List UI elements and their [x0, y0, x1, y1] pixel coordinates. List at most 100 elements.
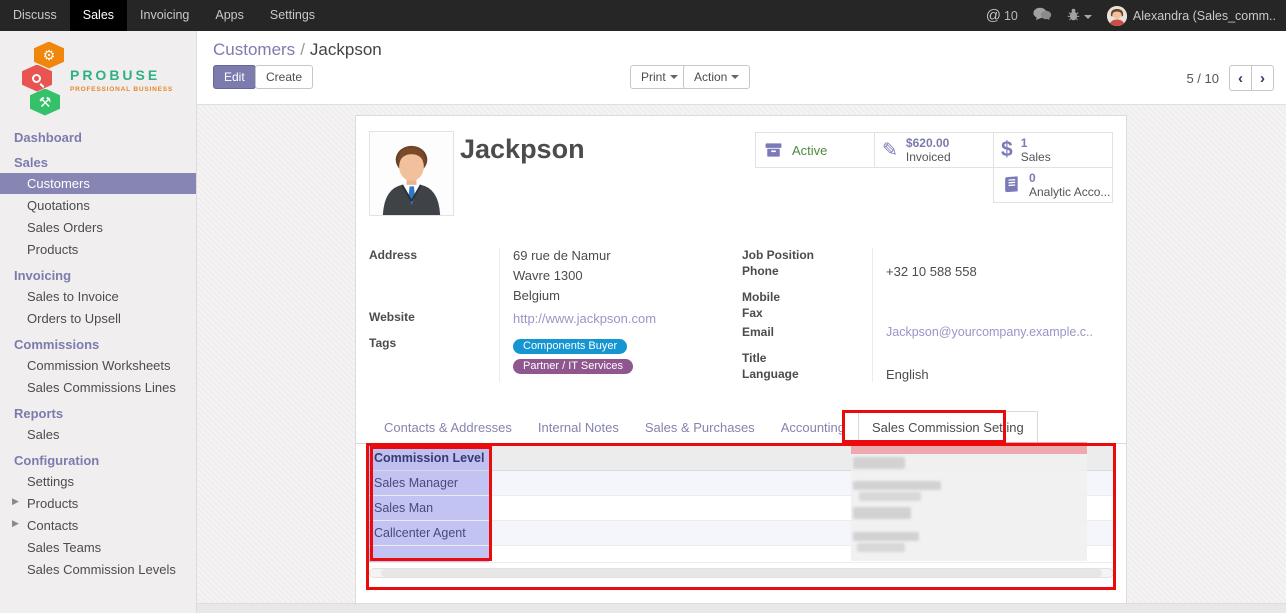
sidebar-item-sales-commissions-lines[interactable]: Sales Commissions Lines [0, 377, 196, 398]
messages-icon[interactable] [1033, 7, 1052, 24]
tab-sales-commission-setting[interactable]: Sales Commission Setting [858, 411, 1038, 444]
sidebar-item-orders-to-upsell[interactable]: Orders to Upsell [0, 308, 196, 329]
sidebar-item-sales-teams[interactable]: Sales Teams [0, 537, 196, 558]
top-navbar: Discuss Sales Invoicing Apps Settings @ … [0, 0, 1286, 31]
create-button[interactable]: Create [255, 65, 313, 89]
sidebar-section-configuration[interactable]: Configuration [0, 451, 196, 470]
email-link[interactable]: Jackpson@yourcompany.example.c.. [886, 325, 1115, 351]
user-name: Alexandra (Sales_comm.. [1133, 9, 1276, 23]
customer-fields: Address Website Tags 69 rue de Namur Wav… [369, 248, 1115, 382]
tag-components-buyer[interactable]: Components Buyer [513, 339, 627, 354]
logo-hexagons: ⚙ ⚒ [23, 42, 65, 118]
logo-title: PROBUSE [70, 67, 173, 83]
job-position-value [886, 248, 1115, 264]
table-row[interactable]: Sales Manager [369, 471, 1114, 496]
commission-level-cell: Sales Man [369, 496, 489, 520]
sidebar-item-sales-commission-levels[interactable]: Sales Commission Levels [0, 559, 196, 580]
gear-icon: ⚙ [34, 42, 64, 69]
dollar-icon: $ [1001, 138, 1013, 162]
language-label: Language [742, 367, 872, 381]
table-row[interactable]: Callcenter Agent [369, 521, 1114, 546]
tag-partner-it-services[interactable]: Partner / IT Services [513, 359, 633, 374]
address-street: 69 rue de Namur [513, 248, 742, 268]
menu-sales[interactable]: Sales [70, 0, 127, 31]
sales-stat-button[interactable]: $ 1Sales [993, 132, 1113, 168]
analytic-accounts-stat-button[interactable]: 0Analytic Acco... [993, 167, 1113, 203]
sidebar-menu: Dashboard Sales Customers Quotations Sal… [0, 128, 196, 580]
tab-accounting[interactable]: Accounting [768, 412, 858, 443]
table-empty-row [369, 546, 1114, 563]
language-value: English [886, 367, 1115, 382]
form-view-background: Jackpson Active ✎ $620.00Invoiced $ [197, 105, 1286, 613]
horizontal-scrollbar[interactable] [369, 568, 1114, 578]
address-city: Wavre 1300 [513, 268, 742, 288]
menu-discuss[interactable]: Discuss [0, 0, 70, 31]
fax-label: Fax [742, 306, 872, 325]
menu-settings[interactable]: Settings [257, 0, 328, 31]
address-label: Address [369, 248, 499, 310]
pager-counter: 5 / 10 [1186, 71, 1219, 86]
commission-level-cell: Callcenter Agent [369, 521, 489, 545]
mentions-counter[interactable]: @ 10 [986, 7, 1018, 24]
sidebar-item-commission-worksheets[interactable]: Commission Worksheets [0, 355, 196, 376]
sales-count: 1 [1021, 137, 1051, 150]
debug-menu[interactable] [1067, 8, 1092, 24]
commission-level-table: Commission Level Sales Manager Sales Man… [369, 446, 1114, 589]
mention-count: 10 [1004, 9, 1018, 23]
website-link[interactable]: http://www.jackpson.com [513, 311, 742, 337]
sidebar-item-products-config[interactable]: ▶Products [0, 493, 196, 514]
customer-photo[interactable] [369, 131, 454, 216]
book-icon [1001, 175, 1021, 195]
user-avatar [1107, 6, 1127, 26]
caret-down-icon [1084, 15, 1092, 19]
sidebar-item-settings[interactable]: Settings [0, 471, 196, 492]
pager-previous-button[interactable]: ‹ [1229, 65, 1252, 91]
sidebar-item-sales-to-invoice[interactable]: Sales to Invoice [0, 286, 196, 307]
mobile-value [886, 290, 1115, 306]
logo-subtitle: PROFESSIONAL BUSINESS [70, 86, 173, 93]
chevron-right-icon: ▶ [12, 518, 19, 529]
commission-level-header[interactable]: Commission Level [369, 446, 489, 470]
user-menu[interactable]: Alexandra (Sales_comm.. [1107, 6, 1276, 26]
mobile-label: Mobile [742, 290, 872, 306]
sidebar-item-sales-report[interactable]: Sales [0, 424, 196, 445]
sidebar-item-products[interactable]: Products [0, 239, 196, 260]
tab-contacts-addresses[interactable]: Contacts & Addresses [371, 412, 525, 443]
sidebar-section-invoicing[interactable]: Invoicing [0, 266, 196, 285]
breadcrumb-separator: / [300, 40, 305, 59]
tools-icon: ⚒ [30, 89, 60, 116]
tags-label: Tags [369, 336, 499, 350]
pager-next-button[interactable]: › [1251, 65, 1274, 91]
sidebar: ⚙ ⚒ PROBUSE PROFESSIONAL BUSINESS Dashbo… [0, 31, 197, 613]
sidebar-section-dashboard[interactable]: Dashboard [0, 128, 196, 147]
footer-band [197, 603, 1286, 613]
address-country: Belgium [513, 288, 742, 311]
sidebar-item-quotations[interactable]: Quotations [0, 195, 196, 216]
sidebar-item-sales-orders[interactable]: Sales Orders [0, 217, 196, 238]
sidebar-item-customers[interactable]: Customers [0, 173, 196, 194]
sidebar-section-reports[interactable]: Reports [0, 404, 196, 423]
tab-internal-notes[interactable]: Internal Notes [525, 412, 632, 443]
notebook-tabs: Contacts & Addresses Internal Notes Sale… [356, 411, 1126, 444]
print-button[interactable]: Print [630, 65, 689, 89]
sidebar-section-commissions[interactable]: Commissions [0, 335, 196, 354]
invoiced-stat-button[interactable]: ✎ $620.00Invoiced [874, 132, 994, 168]
menu-apps[interactable]: Apps [202, 0, 257, 31]
action-button[interactable]: Action [683, 65, 750, 89]
company-logo[interactable]: ⚙ ⚒ PROBUSE PROFESSIONAL BUSINESS [0, 31, 196, 126]
edit-pencil-icon: ✎ [882, 139, 898, 162]
title-value [886, 351, 1115, 367]
sidebar-section-sales[interactable]: Sales [0, 153, 196, 172]
sidebar-item-contacts-config[interactable]: ▶Contacts [0, 515, 196, 536]
tab-sales-purchases[interactable]: Sales & Purchases [632, 412, 768, 443]
edit-button[interactable]: Edit [213, 65, 256, 89]
active-toggle-button[interactable]: Active [755, 132, 875, 168]
menu-invoicing[interactable]: Invoicing [127, 0, 202, 31]
scrollbar-thumb[interactable] [381, 569, 1102, 577]
commission-level-cell: Sales Manager [369, 471, 489, 495]
job-position-label: Job Position [742, 248, 872, 264]
table-row[interactable]: Sales Man [369, 496, 1114, 521]
caret-down-icon [731, 75, 739, 79]
website-label: Website [369, 310, 499, 336]
breadcrumb-customers[interactable]: Customers [213, 40, 295, 59]
